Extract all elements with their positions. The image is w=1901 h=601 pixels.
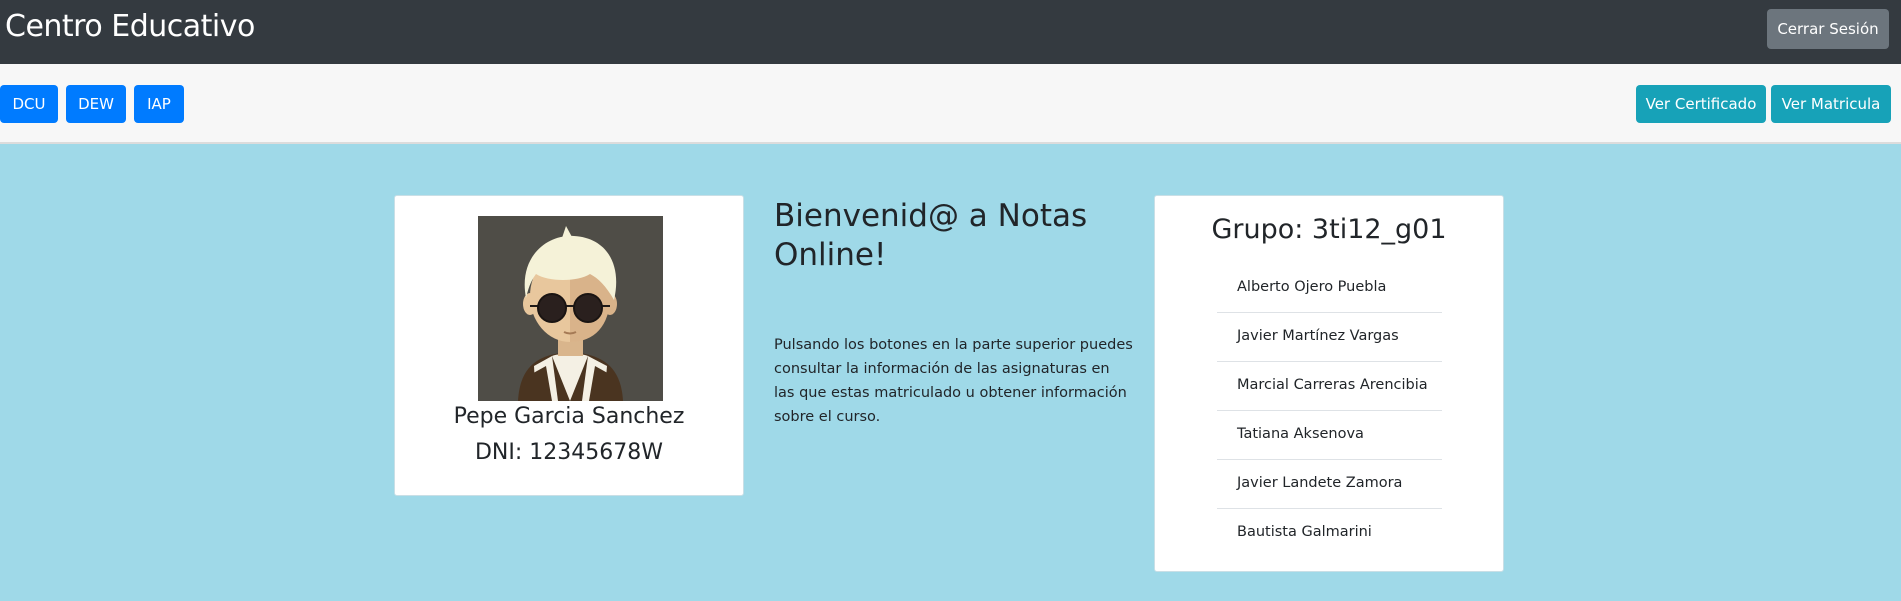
subject-toolbar: DCU DEW IAP Ver Certificado Ver Matricul… (0, 64, 1901, 144)
list-item: Javier Martínez Vargas (1217, 313, 1442, 362)
logout-button[interactable]: Cerrar Sesión (1767, 9, 1889, 49)
group-card: Grupo: 3ti12_g01 Alberto Ojero Puebla Ja… (1154, 195, 1504, 572)
group-member-list: Alberto Ojero Puebla Javier Martínez Var… (1217, 264, 1442, 558)
welcome-section: Bienvenid@ a Notas Online! Pulsando los … (774, 197, 1134, 429)
list-item: Alberto Ojero Puebla (1217, 264, 1442, 313)
top-navbar: Centro Educativo Cerrar Sesión (0, 0, 1901, 64)
student-dni: DNI: 12345678W (474, 440, 664, 465)
brand-title: Centro Educativo (5, 9, 255, 44)
avatar-illustration-icon (478, 216, 663, 401)
subject-button-iap[interactable]: IAP (134, 85, 184, 123)
student-name: Pepe Garcia Sanchez (453, 404, 685, 429)
list-item: Tatiana Aksenova (1217, 411, 1442, 460)
profile-card: Pepe Garcia Sanchez DNI: 12345678W (394, 195, 744, 496)
subject-button-dew[interactable]: DEW (66, 85, 126, 123)
list-item: Marcial Carreras Arencibia (1217, 362, 1442, 411)
group-title: Grupo: 3ti12_g01 (1211, 214, 1447, 245)
view-enrollment-button[interactable]: Ver Matricula (1771, 85, 1891, 123)
view-certificate-button[interactable]: Ver Certificado (1636, 85, 1766, 123)
list-item: Javier Landete Zamora (1217, 460, 1442, 509)
avatar (478, 216, 663, 401)
list-item: Bautista Galmarini (1237, 524, 1372, 540)
welcome-title: Bienvenid@ a Notas Online! (774, 198, 1088, 273)
welcome-description: Pulsando los botones en la parte superio… (774, 337, 1133, 425)
subject-button-dcu[interactable]: DCU (0, 85, 58, 123)
